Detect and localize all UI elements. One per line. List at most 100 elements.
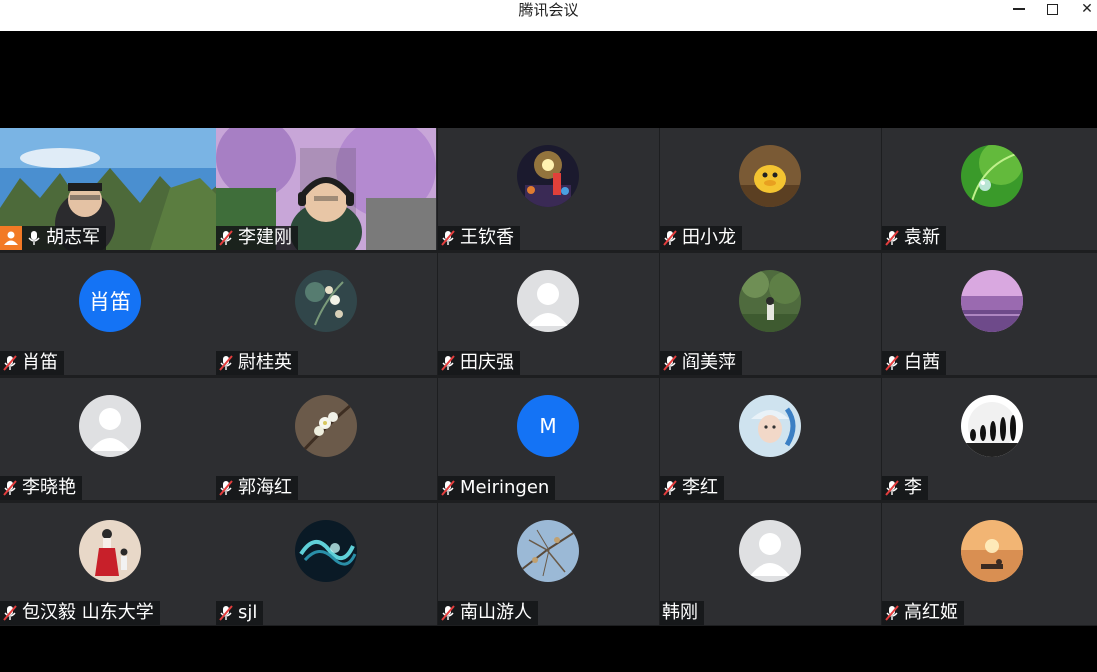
default-person-avatar: [517, 270, 579, 332]
mic-muted-icon: [3, 353, 19, 373]
participant-name: 李晓艳: [22, 477, 76, 498]
participant-tile[interactable]: 李红: [660, 378, 881, 500]
bottom-bar: [0, 626, 1097, 672]
participant-nametag: 胡志军: [0, 226, 106, 250]
mic-muted-icon: [3, 478, 19, 498]
participant-tile[interactable]: 肖笛 肖笛: [0, 253, 221, 375]
mic-muted-icon: [219, 228, 235, 248]
participant-tile[interactable]: 韩刚: [660, 503, 881, 625]
participant-name: 田庆强: [460, 352, 514, 373]
participant-name: 高红姬: [904, 602, 958, 623]
mic-muted-icon: [441, 603, 457, 623]
red-dress-avatar: [79, 520, 141, 582]
mic-muted-icon: [663, 228, 679, 248]
green-leaf-avatar: [961, 145, 1023, 207]
participant-name: 袁新: [904, 227, 940, 248]
participant-name: 阎美萍: [682, 352, 736, 373]
participant-nametag: 李: [882, 476, 928, 500]
participant-avatar: 肖笛: [79, 270, 141, 332]
flower-art-avatar: [295, 270, 357, 332]
participant-tile[interactable]: 袁新: [882, 128, 1097, 250]
participant-name: 白茜: [904, 352, 940, 373]
mic-muted-icon: [219, 478, 235, 498]
participant-name: 包汉毅 山东大学: [22, 602, 154, 623]
mic-icon: [27, 228, 43, 248]
default-person-avatar: [739, 520, 801, 582]
participant-tile[interactable]: 阎美萍: [660, 253, 881, 375]
participant-tile[interactable]: 胡志军: [0, 128, 221, 250]
participant-tile[interactable]: 郭海红: [216, 378, 437, 500]
mic-muted-icon: [885, 228, 901, 248]
mic-muted-icon: [663, 478, 679, 498]
participant-name: 韩刚: [662, 602, 698, 623]
participant-grid: 胡志军 李建刚 王钦香 田小龙 袁新 肖笛 肖笛 尉桂英 田庆强 阎美萍 白茜 李晓艳 郭海红 M Meir…: [0, 128, 1097, 626]
participant-nametag: 田小龙: [660, 226, 742, 250]
participant-tile[interactable]: 王钦香: [438, 128, 659, 250]
window-title: 腾讯会议: [518, 1, 579, 19]
mic-muted-icon: [219, 603, 235, 623]
participant-nametag: 李建刚: [216, 226, 298, 250]
fireworks-avatar: [517, 145, 579, 207]
branches-sky-avatar: [517, 520, 579, 582]
mic-muted-icon: [663, 353, 679, 373]
purple-lake-avatar: [961, 270, 1023, 332]
participant-tile[interactable]: M Meiringen: [438, 378, 659, 500]
participant-nametag: 李晓艳: [0, 476, 82, 500]
participant-tile[interactable]: 李建刚: [216, 128, 437, 250]
participant-name: sjl: [238, 602, 258, 623]
cartoon-duck-avatar: [739, 145, 801, 207]
participant-name: 李红: [682, 477, 718, 498]
participant-nametag: 田庆强: [438, 351, 520, 375]
mic-muted-icon: [441, 353, 457, 373]
participant-name: 田小龙: [682, 227, 736, 248]
participant-tile[interactable]: 李: [882, 378, 1097, 500]
participant-nametag: 肖笛: [0, 351, 64, 375]
default-person-avatar: [79, 395, 141, 457]
participant-nametag: 包汉毅 山东大学: [0, 601, 160, 625]
white-blossom-avatar: [295, 395, 357, 457]
participant-nametag: 韩刚: [660, 601, 704, 625]
participant-name: Meiringen: [460, 477, 550, 498]
minimize-icon[interactable]: [1002, 0, 1036, 18]
participant-nametag: 尉桂英: [216, 351, 298, 375]
title-bar: 腾讯会议 ✕: [0, 0, 1097, 31]
host-icon: [0, 226, 22, 250]
participant-tile[interactable]: 高红姬: [882, 503, 1097, 625]
participant-nametag: Meiringen: [438, 476, 556, 500]
close-icon[interactable]: ✕: [1070, 0, 1097, 18]
participant-nametag: 郭海红: [216, 476, 298, 500]
mic-muted-icon: [885, 478, 901, 498]
participant-nametag: 白茜: [882, 351, 946, 375]
participant-tile[interactable]: sjl: [216, 503, 437, 625]
participant-tile[interactable]: 白茜: [882, 253, 1097, 375]
evolution-avatar: [961, 395, 1023, 457]
participant-nametag: 南山游人: [438, 601, 538, 625]
participant-nametag: 李红: [660, 476, 724, 500]
mic-muted-icon: [441, 228, 457, 248]
participant-name: 李建刚: [238, 227, 292, 248]
sunset-beach-avatar: [961, 520, 1023, 582]
participant-name: 南山游人: [460, 602, 532, 623]
participant-tile[interactable]: 包汉毅 山东大学: [0, 503, 221, 625]
participant-tile[interactable]: 田庆强: [438, 253, 659, 375]
mic-muted-icon: [441, 478, 457, 498]
participant-nametag: 阎美萍: [660, 351, 742, 375]
participant-name: 尉桂英: [238, 352, 292, 373]
participant-nametag: 高红姬: [882, 601, 964, 625]
mic-muted-icon: [885, 603, 901, 623]
participant-name: 李: [904, 477, 922, 498]
maximize-icon[interactable]: [1035, 0, 1069, 18]
mic-muted-icon: [3, 603, 19, 623]
participant-tile[interactable]: 南山游人: [438, 503, 659, 625]
mic-muted-icon: [219, 353, 235, 373]
girl-cap-avatar: [739, 395, 801, 457]
participant-tile[interactable]: 李晓艳: [0, 378, 221, 500]
participant-nametag: sjl: [216, 601, 264, 625]
participant-name: 胡志军: [46, 227, 100, 248]
participant-tile[interactable]: 尉桂英: [216, 253, 437, 375]
participant-name: 郭海红: [238, 477, 292, 498]
teal-swirl-avatar: [295, 520, 357, 582]
participant-tile[interactable]: 田小龙: [660, 128, 881, 250]
forest-girl-avatar: [739, 270, 801, 332]
mic-muted-icon: [885, 353, 901, 373]
